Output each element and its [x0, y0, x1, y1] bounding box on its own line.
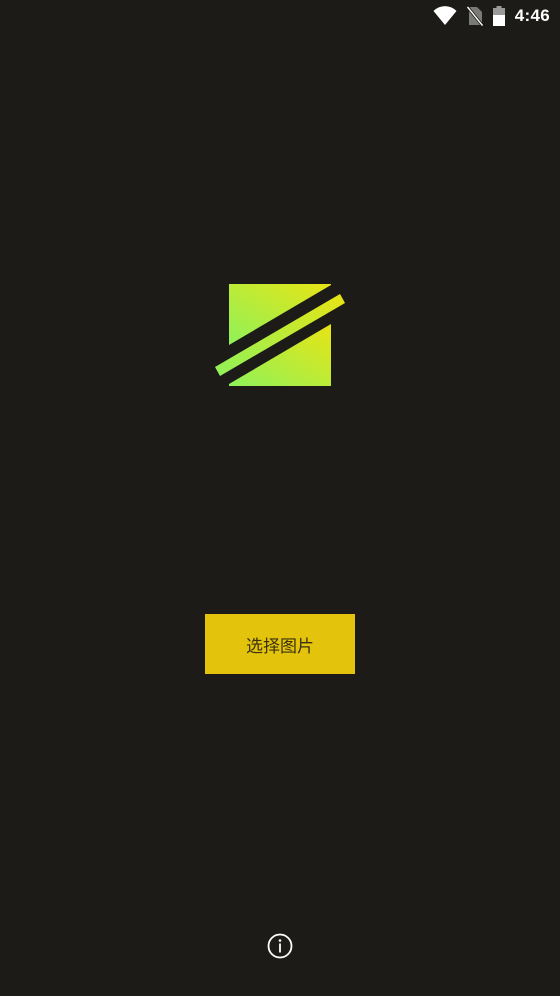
pick-image-button[interactable]: 选择图片	[205, 614, 355, 674]
status-icons: 4:46	[433, 4, 550, 28]
status-time: 4:46	[514, 6, 550, 25]
no-sim-icon	[466, 6, 483, 26]
app-logo	[210, 277, 350, 395]
wifi-icon	[433, 6, 457, 26]
info-icon[interactable]	[267, 933, 293, 959]
pick-image-label: 选择图片	[246, 636, 314, 657]
app-screen: 4:46 选择图片	[0, 0, 560, 996]
status-bar: 4:46	[0, 0, 560, 32]
battery-icon	[492, 6, 505, 26]
